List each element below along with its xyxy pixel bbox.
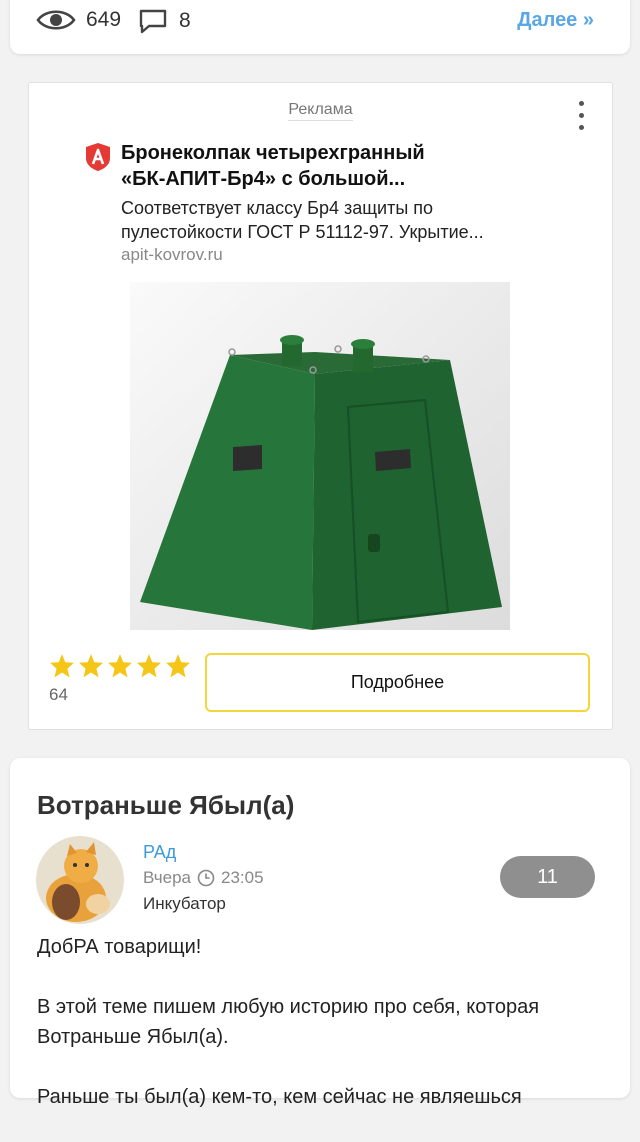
ad-brand-logo-icon — [86, 143, 110, 171]
post-paragraph: В этой теме пишем любую историю про себя… — [37, 996, 540, 1048]
ad-description: Соответствует классу Бр4 защиты по пулес… — [121, 198, 484, 242]
star-icon — [137, 654, 161, 678]
eye-icon — [36, 10, 76, 30]
post-date-label: Вчера — [143, 868, 191, 887]
post-time: 23:05 — [221, 868, 264, 887]
details-button[interactable]: Подробнее — [205, 653, 590, 712]
comments-stat[interactable]: 8 — [138, 8, 191, 34]
post-paragraph: Раньше ты был(а) кем-то, кем сейчас не я… — [37, 1086, 522, 1108]
community-name[interactable]: Инкубатор — [143, 894, 226, 914]
views-stat: 649 — [36, 8, 121, 32]
views-count: 649 — [86, 8, 122, 31]
comments-count-badge[interactable]: 11 — [500, 856, 595, 898]
clock-icon — [197, 869, 215, 887]
post-card: Вотраньше Ябыл(а) РАд Вчера 23:05 Инкуба… — [10, 758, 630, 1108]
star-icon — [79, 654, 103, 678]
rating-stars — [49, 653, 191, 678]
comment-icon — [139, 9, 167, 34]
comments-count: 8 — [179, 9, 191, 32]
post-title[interactable]: Вотраньше Ябыл(а) — [37, 790, 294, 821]
ad-label: Реклама — [29, 101, 612, 121]
ad-title[interactable]: Бронеколпак четырехгранный «БК-АПИТ-Бр4»… — [121, 140, 521, 192]
star-icon — [50, 654, 74, 678]
more-vertical-icon[interactable] — [574, 101, 588, 135]
star-icon — [108, 654, 132, 678]
ad-product-image[interactable] — [130, 282, 510, 630]
author-name[interactable]: РАд — [143, 842, 176, 863]
ad-domain[interactable]: apit-kovrov.ru — [121, 245, 223, 265]
more-link[interactable]: Далее » — [517, 9, 594, 32]
ad-block: Реклама Бронеколпак четырехгранный «БК-А… — [28, 82, 613, 730]
avatar[interactable] — [36, 836, 124, 924]
post-body: ДобРА товарищи! В этой теме пишем любую … — [37, 932, 607, 1142]
star-icon — [166, 654, 190, 678]
rating-count: 64 — [49, 685, 68, 704]
previous-post-footer: 649 8 Далее » — [10, 0, 630, 54]
post-date: Вчера 23:05 — [143, 868, 264, 888]
post-paragraph: ДобРА товарищи! — [37, 936, 202, 958]
